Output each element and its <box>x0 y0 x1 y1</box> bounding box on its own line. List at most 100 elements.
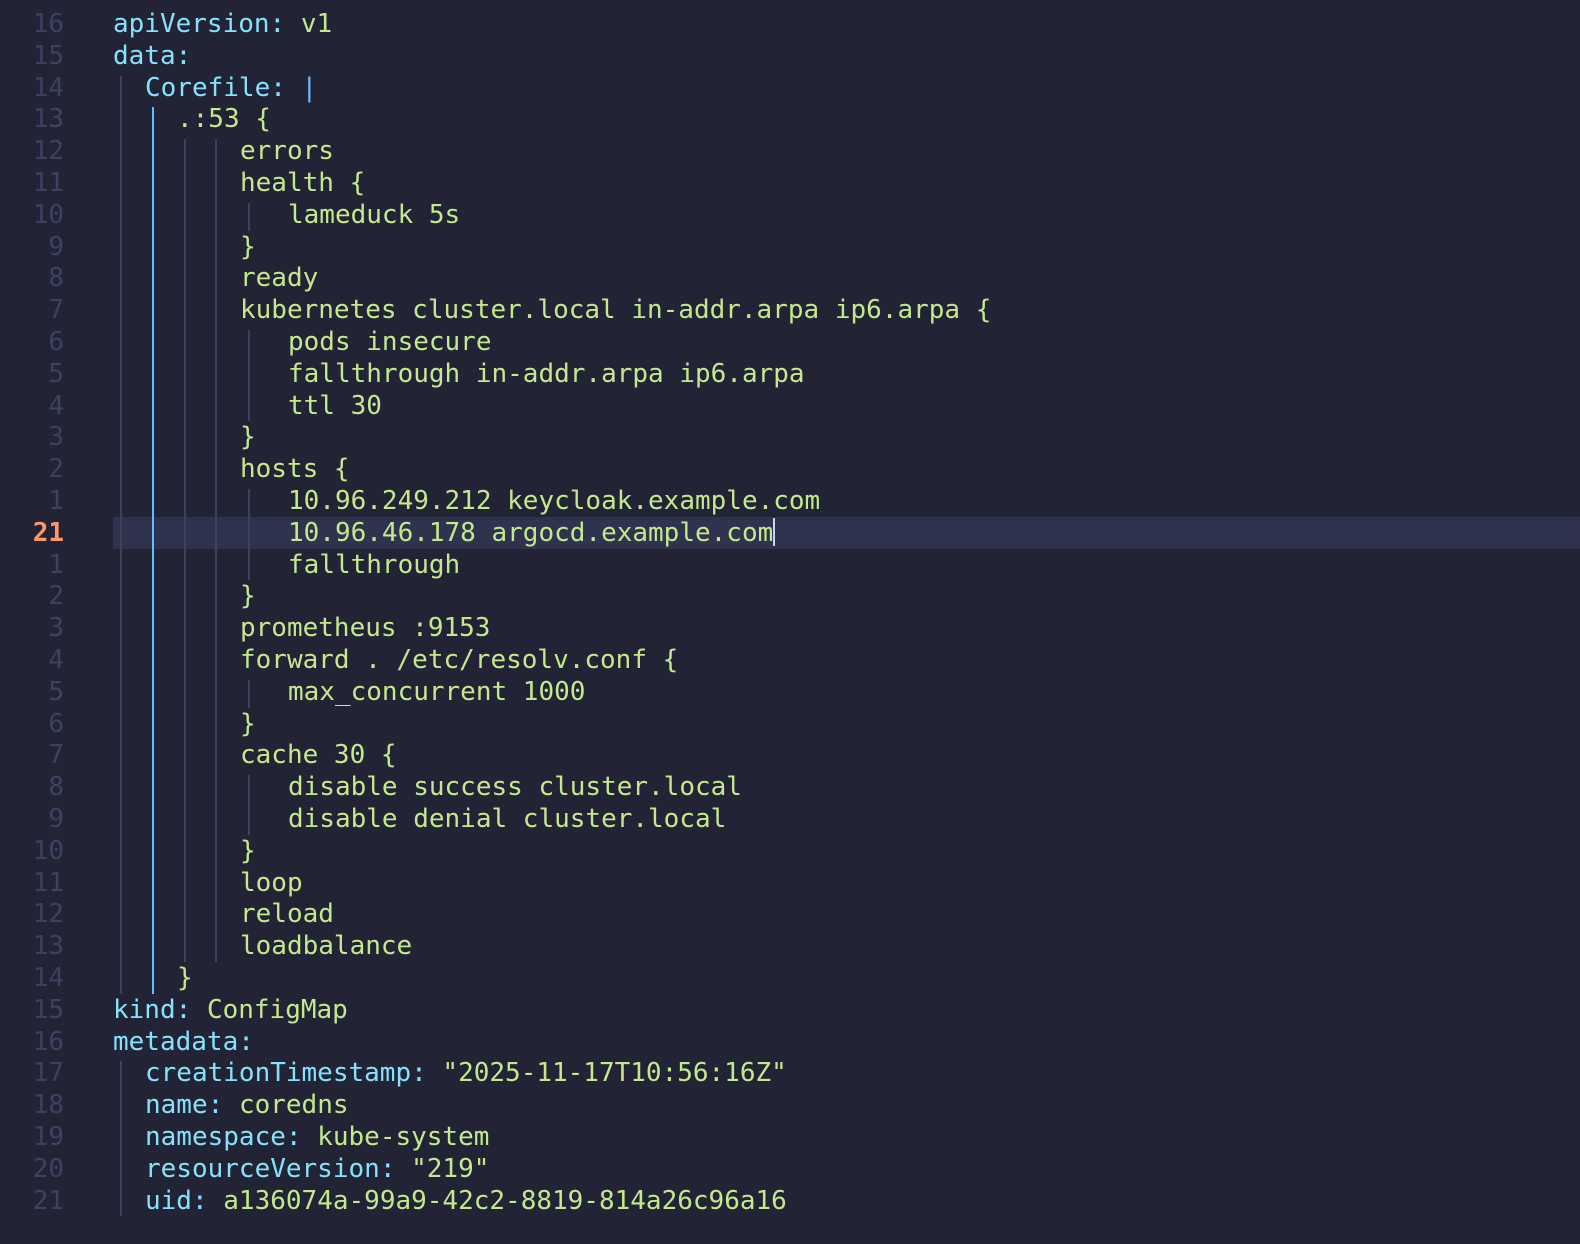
line-code[interactable]: errors <box>240 135 334 167</box>
editor-line[interactable]: 7 cache 30 { <box>0 739 1580 771</box>
editor-line[interactable]: 4 ttl 30 <box>0 390 1580 422</box>
line-code[interactable]: } <box>240 231 256 263</box>
indent-guide <box>248 202 250 231</box>
line-code[interactable]: 10.96.46.178 argocd.example.com <box>288 517 776 549</box>
editor-line[interactable]: 13 loadbalance <box>0 930 1580 962</box>
line-number: 11 <box>32 168 64 198</box>
editor-line[interactable]: 15 kind: ConfigMap <box>0 994 1580 1026</box>
line-code[interactable]: pods insecure <box>288 326 492 358</box>
line-code[interactable]: .:53 { <box>177 103 271 135</box>
yaml-key: creationTimestamp <box>145 1058 412 1089</box>
editor-line[interactable]: 21 uid: a136074a-99a9-42c2-8819-814a26c96… <box>0 1185 1580 1217</box>
line-code[interactable]: health { <box>240 167 365 199</box>
line-number: 15 <box>32 994 64 1025</box>
line-code[interactable]: creationTimestamp: "2025-11-17T10:56:16Z… <box>145 1057 787 1089</box>
line-code[interactable]: prometheus :9153 <box>240 612 490 644</box>
editor-line[interactable]: 10 lameduck 5s <box>0 199 1580 231</box>
line-code[interactable]: fallthrough in-addr.arpa ip6.arpa <box>288 358 805 390</box>
line-code[interactable]: kubernetes cluster.local in-addr.arpa ip… <box>240 294 991 326</box>
editor-line[interactable]: 2} <box>0 580 1580 612</box>
editor-line[interactable]: 6 pods insecure <box>0 326 1580 358</box>
line-code[interactable]: kind: ConfigMap <box>113 994 348 1026</box>
editor-line[interactable]: 14 Corefile: | <box>0 72 1580 104</box>
corefile-text: health { <box>240 168 366 198</box>
line-code[interactable]: forward . /etc/resolv.conf { <box>240 644 678 676</box>
editor-line[interactable]: 20 resourceVersion: "219" <box>0 1153 1580 1185</box>
editor-line[interactable]: 19 namespace: kube-system <box>0 1121 1580 1153</box>
editor-line[interactable]: 4 forward . /etc/resolv.conf { <box>0 644 1580 676</box>
editor-line[interactable]: 16 metadata: <box>0 1026 1580 1058</box>
editor-line[interactable]: 5 fallthrough in-addr.arpa ip6.arpa <box>0 358 1580 390</box>
corefile-text: fallthrough in-addr.arpa ip6.arpa <box>288 358 805 389</box>
editor-line[interactable]: 17 creationTimestamp: "2025-11-17T10:56:1… <box>0 1057 1580 1089</box>
editor-line[interactable]: 1 fallthrough <box>0 549 1580 581</box>
line-code[interactable]: name: coredns <box>145 1089 349 1121</box>
line-code[interactable]: } <box>240 421 256 453</box>
line-code[interactable]: } <box>240 708 256 740</box>
line-code[interactable]: namespace: kube-system <box>145 1121 489 1153</box>
line-number: 12 <box>32 899 64 930</box>
indent-guide <box>248 489 250 581</box>
line-number: 3 <box>48 422 64 453</box>
editor-line[interactable]: 8 ready <box>0 262 1580 294</box>
line-code[interactable]: loadbalance <box>240 930 412 962</box>
indent-guide <box>248 679 250 708</box>
editor-line[interactable]: 12 reload <box>0 898 1580 930</box>
line-code[interactable]: fallthrough <box>288 549 460 581</box>
line-code[interactable]: cache 30 { <box>240 739 397 771</box>
editor-line[interactable]: 8 disable success cluster.local <box>0 771 1580 803</box>
yaml-value: "219" <box>411 1153 490 1184</box>
line-code[interactable]: metadata: <box>113 1026 254 1058</box>
indent-guide <box>152 107 154 994</box>
yaml-value: a136074a-99a9-42c2-8819-814a26c96a16 <box>223 1185 787 1216</box>
line-code[interactable]: lameduck 5s <box>288 199 460 231</box>
editor-line[interactable]: 16 apiVersion: v1 <box>0 8 1580 40</box>
line-number: 5 <box>48 676 64 707</box>
editor-line[interactable]: 11 loop <box>0 867 1580 899</box>
line-code[interactable]: data: <box>113 40 191 72</box>
corefile-text: 10.96.46.178 argocd.example.com <box>288 517 774 548</box>
corefile-text: lameduck 5s <box>288 199 461 230</box>
line-code[interactable]: ttl 30 <box>288 390 382 422</box>
editor-line[interactable]: 14} <box>0 962 1580 994</box>
editor-line[interactable]: 3 prometheus :9153 <box>0 612 1580 644</box>
line-code[interactable]: Corefile: | <box>145 72 317 104</box>
line-number: 3 <box>48 613 64 644</box>
line-code[interactable]: max_concurrent 1000 <box>288 676 585 708</box>
editor-line[interactable]: 13 .:53 { <box>0 103 1580 135</box>
editor-line[interactable]: 11 health { <box>0 167 1580 199</box>
line-code[interactable]: } <box>240 580 256 612</box>
line-code[interactable]: apiVersion: v1 <box>113 8 332 40</box>
editor-line[interactable]: 15 data: <box>0 40 1580 72</box>
line-number: 13 <box>32 104 64 135</box>
line-code[interactable]: resourceVersion: "219" <box>145 1153 489 1185</box>
editor-line[interactable]: 9} <box>0 231 1580 263</box>
line-code[interactable]: ready <box>240 262 318 294</box>
line-code[interactable]: 10.96.249.212 keycloak.example.com <box>288 485 820 517</box>
line-code[interactable]: } <box>240 835 256 867</box>
editor-line-current[interactable]: 21 10.96.46.178 argocd.example.com <box>0 516 1580 549</box>
line-code[interactable]: uid: a136074a-99a9-42c2-8819-814a26c96a1… <box>145 1185 787 1217</box>
text-cursor <box>773 517 776 546</box>
line-code[interactable]: hosts { <box>240 453 350 485</box>
editor-line[interactable]: 1 10.96.249.212 keycloak.example.com <box>0 485 1580 517</box>
line-code[interactable]: } <box>177 962 193 994</box>
code-editor[interactable]: 16 apiVersion: v1 15 data: 14 Corefile: | 13.:… <box>0 0 1580 1244</box>
editor-line[interactable]: 7 kubernetes cluster.local in-addr.arpa i… <box>0 294 1580 326</box>
line-code[interactable]: disable success cluster.local <box>288 771 742 803</box>
editor-line[interactable]: 9 disable denial cluster.local <box>0 803 1580 835</box>
line-code[interactable]: loop <box>240 867 303 899</box>
editor-line[interactable]: 6} <box>0 708 1580 740</box>
editor-line[interactable]: 5 max_concurrent 1000 <box>0 676 1580 708</box>
editor-line[interactable]: 18 name: coredns <box>0 1089 1580 1121</box>
line-code[interactable]: reload <box>240 898 334 930</box>
editor-line[interactable]: 3} <box>0 421 1580 453</box>
line-code[interactable]: disable denial cluster.local <box>288 803 726 835</box>
line-number: 16 <box>32 9 64 39</box>
editor-line[interactable]: 2 hosts { <box>0 453 1580 485</box>
indent-guide <box>248 775 250 835</box>
indent-guide <box>120 75 122 994</box>
editor-line[interactable]: 10} <box>0 835 1580 867</box>
yaml-separator: : <box>238 1026 254 1057</box>
editor-line[interactable]: 12 errors <box>0 135 1580 167</box>
